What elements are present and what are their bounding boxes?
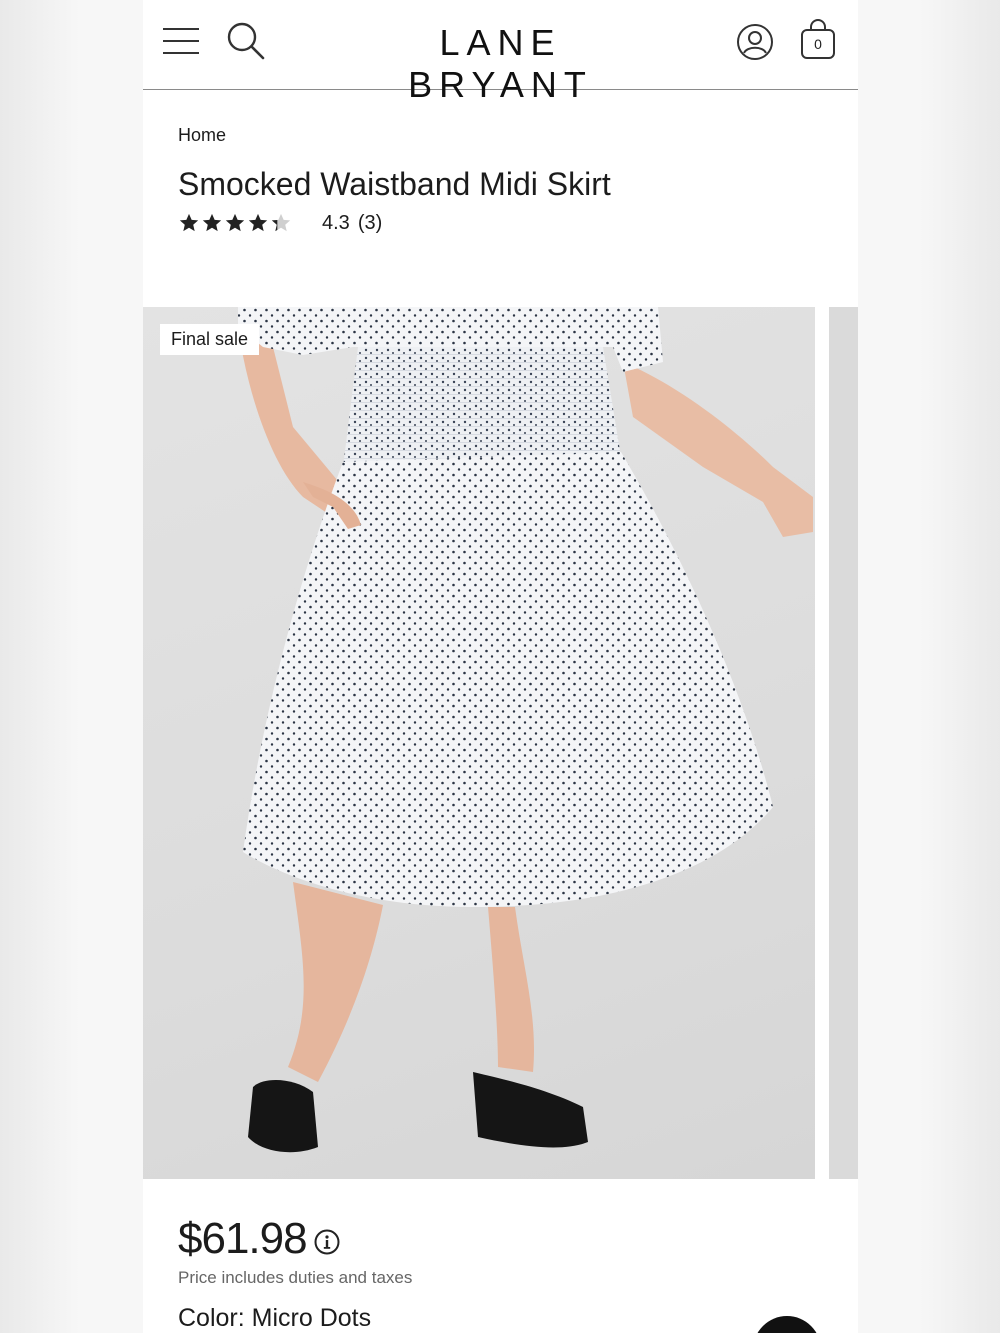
final-sale-badge: Final sale (160, 324, 260, 355)
account-icon[interactable] (735, 22, 775, 62)
color-selection-label: Color: Micro Dots (178, 1304, 371, 1333)
menu-icon[interactable] (163, 26, 199, 56)
star-partial-icon (271, 213, 291, 232)
floating-action-button[interactable] (753, 1316, 821, 1333)
product-page: LANE BRYANT 0 Home Smocked Waistband Mid… (143, 0, 858, 1333)
review-count[interactable]: (3) (358, 212, 382, 235)
star-icon (202, 213, 222, 232)
bag-icon[interactable]: 0 (799, 18, 837, 62)
product-price: $61.98 (178, 1214, 308, 1263)
star-icon (248, 213, 268, 232)
price-note: Price includes duties and taxes (178, 1268, 413, 1287)
color-label: Color: (178, 1304, 245, 1332)
info-icon[interactable] (313, 1228, 341, 1256)
star-icon (179, 213, 199, 232)
color-value: Micro Dots (251, 1304, 372, 1332)
page-title: Smocked Waistband Midi Skirt (178, 166, 611, 202)
site-header: LANE BRYANT 0 (143, 0, 858, 105)
star-rating (178, 212, 292, 234)
search-icon[interactable] (225, 20, 267, 62)
rating-value: 4.3 (322, 211, 350, 234)
breadcrumb[interactable]: Home (178, 125, 226, 146)
bag-count: 0 (814, 36, 822, 52)
product-rating[interactable]: 4.3 (3) (178, 208, 382, 238)
next-product-image[interactable] (829, 307, 858, 1179)
product-photo-illustration (238, 307, 813, 1153)
star-icon (225, 213, 245, 232)
product-image[interactable]: Final sale (143, 307, 815, 1179)
brand-logo[interactable]: LANE BRYANT (343, 22, 658, 106)
